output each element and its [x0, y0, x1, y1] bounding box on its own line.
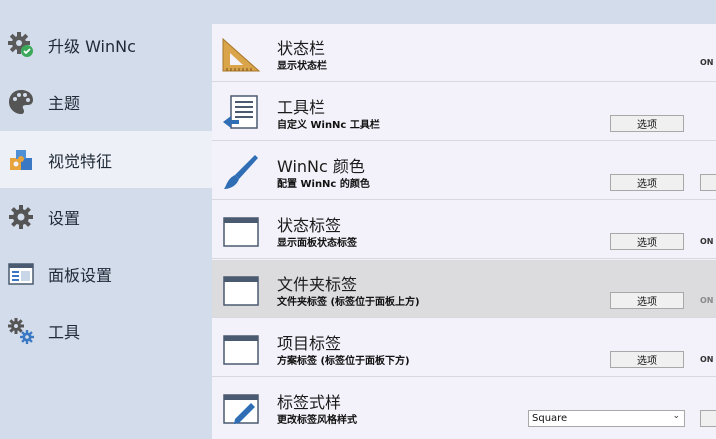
setting-row-statusbar: 状态栏 显示状态栏 ON	[212, 24, 716, 82]
tools-gears-icon	[6, 316, 36, 346]
setting-description: 方案标签 (标签位于面板下方)	[277, 356, 410, 367]
setting-description: 显示面板状态标签	[277, 238, 357, 249]
gear-check-icon	[6, 30, 36, 60]
statusbar-toggle[interactable]: ON	[700, 58, 714, 67]
panel-window-icon	[6, 259, 36, 289]
setting-title: 标签式样	[277, 393, 342, 412]
status-tabs-toggle[interactable]: ON	[700, 237, 714, 246]
setting-description: 文件夹标签 (标签位于面板上方)	[277, 297, 420, 308]
colors-extra-button[interactable]	[700, 174, 716, 191]
chevron-down-icon: ⌄	[672, 411, 680, 421]
setting-title: 文件夹标签	[277, 275, 358, 294]
ruler-triangle-icon	[221, 35, 261, 73]
sidebar-item-label: 主题	[48, 93, 81, 113]
colors-options-button[interactable]: 选项	[610, 174, 684, 191]
setting-title: 项目标签	[277, 334, 342, 353]
toolbar-list-icon	[221, 94, 261, 132]
setting-description: 自定义 WinNc 工具栏	[277, 120, 380, 131]
setting-description: 显示状态栏	[277, 61, 327, 72]
window-icon	[221, 212, 261, 250]
sidebar-item-label: 面板设置	[48, 265, 113, 285]
sidebar-item-label: 工具	[48, 322, 81, 342]
setting-row-folder-tabs: 文件夹标签 文件夹标签 (标签位于面板上方) 选项 ON	[212, 260, 716, 318]
sidebar-item-upgrade[interactable]: 升级 WinNc	[0, 16, 212, 73]
setting-title: 工具栏	[277, 98, 326, 117]
sidebar-item-visual[interactable]: 视觉特征	[0, 131, 212, 188]
setting-row-colors: WinNc 颜色 配置 WinNc 的颜色 选项	[212, 142, 716, 200]
sidebar-item-label: 视觉特征	[48, 151, 113, 171]
setting-title: WinNc 颜色	[277, 157, 365, 176]
window-icon	[221, 271, 261, 309]
status-tabs-options-button[interactable]: 选项	[610, 233, 684, 250]
settings-list: 状态栏 显示状态栏 ON 工具栏 自定义 WinNc 工具栏 选项 WinNc …	[212, 24, 716, 439]
sidebar-item-panel-settings[interactable]: 面板设置	[0, 245, 212, 302]
sidebar-item-label: 升级 WinNc	[48, 36, 136, 56]
sidebar-item-theme[interactable]: 主题	[0, 73, 212, 130]
setting-row-tab-style: 标签式样 更改标签风格样式 Square ⌄	[212, 378, 716, 439]
sidebar-item-label: 设置	[48, 208, 81, 228]
project-tabs-toggle[interactable]: ON	[700, 355, 714, 364]
gear-icon	[6, 202, 36, 232]
tab-style-extra-button[interactable]	[700, 410, 716, 427]
setting-title: 状态标签	[277, 216, 342, 235]
project-tabs-options-button[interactable]: 选项	[610, 351, 684, 368]
window-pen-icon	[221, 389, 261, 427]
folder-tabs-options-button[interactable]: 选项	[610, 292, 684, 309]
sidebar: 升级 WinNc 主题 视觉特征 设置 面板设置 工具	[0, 0, 212, 439]
tab-style-select[interactable]: Square ⌄	[528, 410, 685, 427]
palette-icon	[6, 87, 36, 117]
setting-description: 更改标签风格样式	[277, 415, 357, 426]
setting-title: 状态栏	[277, 39, 326, 58]
setting-row-project-tabs: 项目标签 方案标签 (标签位于面板下方) 选项 ON	[212, 319, 716, 377]
setting-row-status-tabs: 状态标签 显示面板状态标签 选项 ON	[212, 201, 716, 259]
puzzle-icon	[6, 145, 36, 175]
tab-style-selected: Square	[532, 413, 568, 424]
setting-row-toolbar: 工具栏 自定义 WinNc 工具栏 选项	[212, 83, 716, 141]
sidebar-item-settings[interactable]: 设置	[0, 188, 212, 245]
folder-tabs-toggle[interactable]: ON	[700, 296, 714, 305]
toolbar-options-button[interactable]: 选项	[610, 115, 684, 132]
paintbrush-icon	[221, 153, 261, 191]
setting-description: 配置 WinNc 的颜色	[277, 179, 370, 190]
sidebar-item-tools[interactable]: 工具	[0, 302, 212, 359]
window-icon	[221, 330, 261, 368]
